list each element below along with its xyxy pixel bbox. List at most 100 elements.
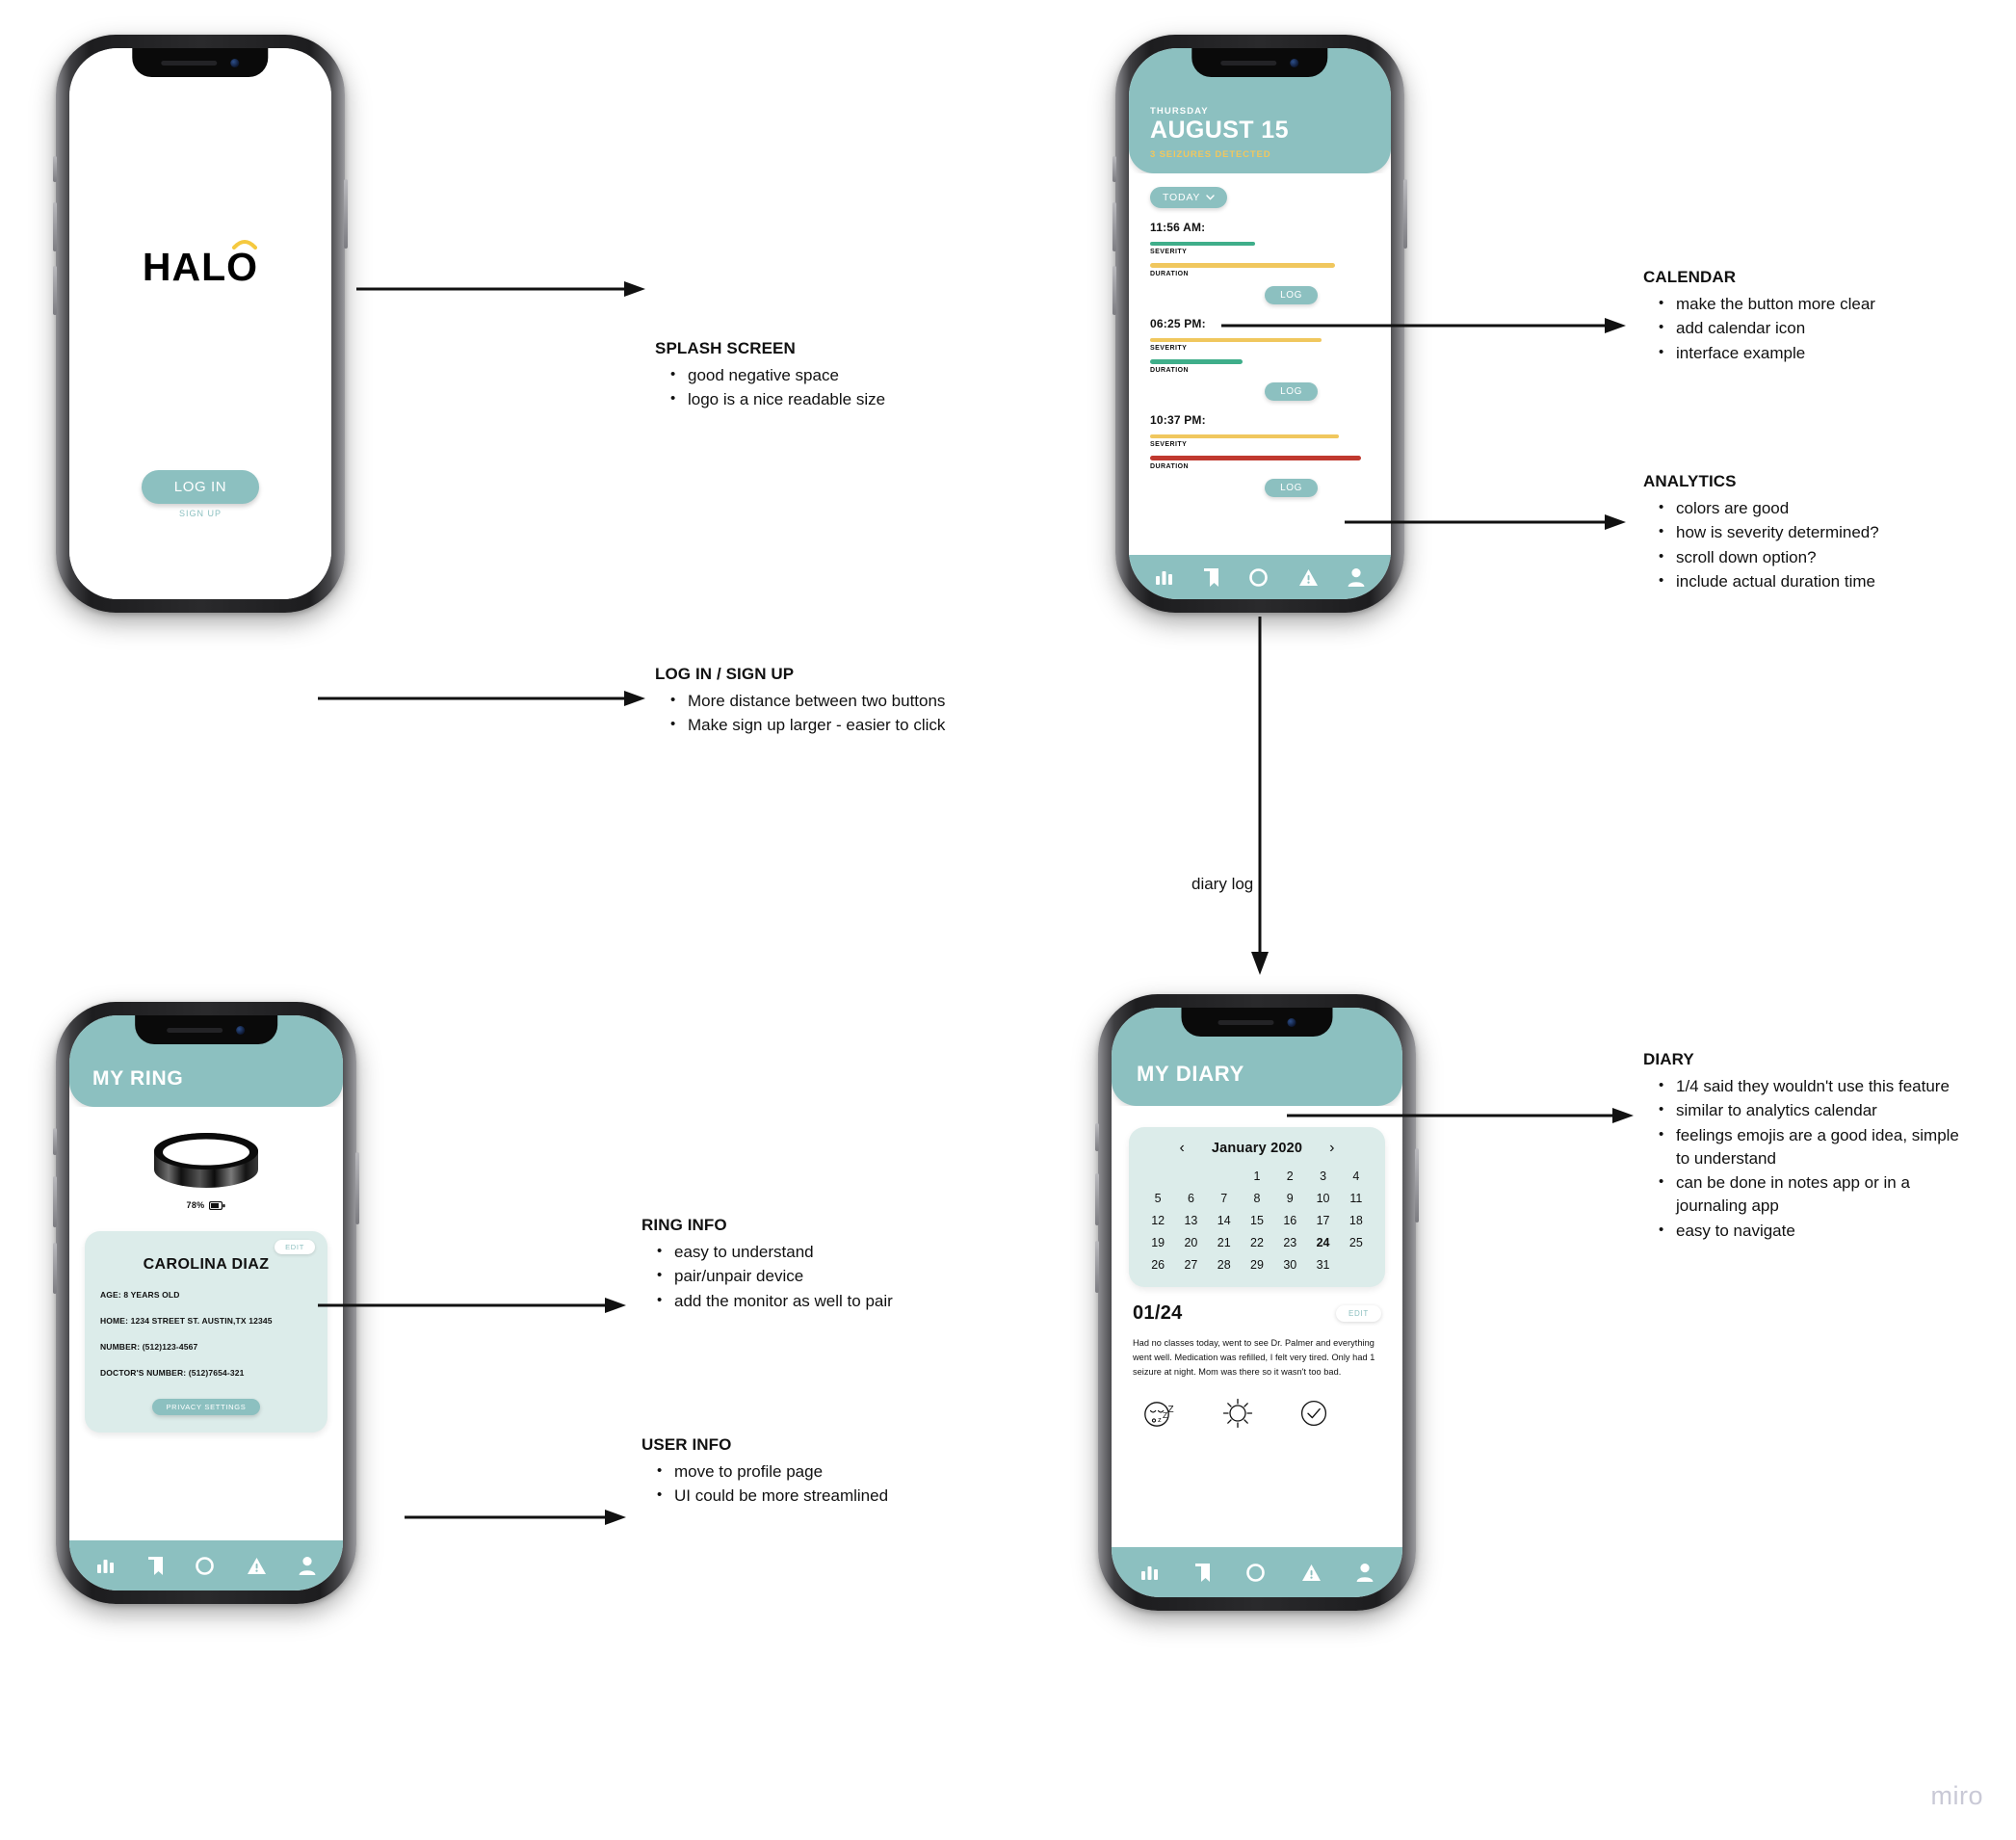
nav-alerts[interactable] xyxy=(1298,568,1319,587)
diary-body: ‹ January 2020 › ...12345678910111213141… xyxy=(1112,1106,1402,1547)
calendar-day[interactable]: 27 xyxy=(1175,1258,1206,1272)
volume-button xyxy=(53,1243,57,1295)
calendar-day[interactable]: 3 xyxy=(1307,1170,1338,1183)
nav-diary[interactable] xyxy=(1194,1563,1211,1583)
annotation-title: RING INFO xyxy=(641,1216,727,1234)
prev-month-button[interactable]: ‹ xyxy=(1178,1141,1187,1156)
calendar-day[interactable]: 24 xyxy=(1307,1236,1338,1249)
seizure-time: 10:37 PM: xyxy=(1150,412,1206,427)
edit-entry-button[interactable]: EDIT xyxy=(1335,1305,1381,1322)
entry-body-text: Had no classes today, went to see Dr. Pa… xyxy=(1133,1338,1375,1378)
calendar-day[interactable]: 22 xyxy=(1242,1236,1272,1249)
bottom-navbar[interactable] xyxy=(1129,555,1391,599)
sign-up-button[interactable]: SIGN UP xyxy=(69,509,331,518)
nav-analytics[interactable] xyxy=(96,1557,116,1574)
connector-login xyxy=(318,691,645,706)
calendar-day[interactable]: 9 xyxy=(1274,1192,1305,1205)
annotation-list: easy to understandpair/unpair deviceadd … xyxy=(641,1241,959,1313)
annotation-item: include actual duration time xyxy=(1643,570,1961,593)
bottom-navbar[interactable] xyxy=(69,1540,343,1590)
log-in-button[interactable]: LOG IN xyxy=(141,470,260,504)
check-circle-icon[interactable] xyxy=(1298,1398,1329,1429)
earpiece-speaker-icon xyxy=(167,1027,223,1033)
next-month-button[interactable]: › xyxy=(1327,1141,1336,1156)
nav-ring[interactable] xyxy=(1248,567,1269,588)
calendar-day[interactable]: 1 xyxy=(1242,1170,1272,1183)
volume-button xyxy=(53,266,57,315)
seizure-entry: 10:37 PM: SEVERITY DURATION LOG xyxy=(1150,413,1370,497)
calendar-day[interactable]: 23 xyxy=(1274,1236,1305,1249)
calendar-day[interactable]: 5 xyxy=(1142,1192,1173,1205)
nav-alerts[interactable] xyxy=(1301,1564,1322,1582)
nav-analytics[interactable] xyxy=(1155,568,1174,586)
nav-diary[interactable] xyxy=(1203,567,1219,588)
seizure-count-label: 3 SEIZURES DETECTED xyxy=(1150,148,1271,160)
sleepy-face-icon[interactable]: z Z Z xyxy=(1142,1397,1177,1430)
weekday-label: THURSDAY xyxy=(1150,106,1209,117)
nav-diary[interactable] xyxy=(147,1556,164,1576)
earpiece-speaker-icon xyxy=(1220,60,1277,66)
user-info-line: NUMBER: (512)123-4567 xyxy=(100,1342,198,1352)
calendar-day[interactable]: 15 xyxy=(1242,1214,1272,1227)
log-button[interactable]: LOG xyxy=(1265,478,1318,497)
edit-user-button[interactable]: EDIT xyxy=(275,1240,315,1254)
calendar-day[interactable]: 7 xyxy=(1209,1192,1240,1205)
annotation-item: add the monitor as well to pair xyxy=(641,1290,959,1313)
calendar-day[interactable]: 4 xyxy=(1341,1170,1372,1183)
annotation-title: USER INFO xyxy=(641,1435,732,1454)
annotation-list: More distance between two buttonsMake si… xyxy=(655,690,973,738)
nav-ring[interactable] xyxy=(1245,1563,1266,1583)
calendar-day[interactable]: 10 xyxy=(1307,1192,1338,1205)
calendar-day[interactable]: 11 xyxy=(1341,1192,1372,1205)
person-icon xyxy=(1356,1564,1374,1582)
annotation-login-signup: LOG IN / SIGN UP More distance between t… xyxy=(655,665,973,739)
calendar-day[interactable]: 14 xyxy=(1209,1214,1240,1227)
bottom-navbar[interactable] xyxy=(1112,1547,1402,1597)
user-info-line: HOME: 1234 STREET ST. AUSTIN,TX 12345 xyxy=(100,1316,273,1326)
duration-bar xyxy=(1150,263,1335,268)
log-button[interactable]: LOG xyxy=(1265,381,1318,401)
calendar-day[interactable]: 28 xyxy=(1209,1258,1240,1272)
calendar-day[interactable]: 8 xyxy=(1242,1192,1272,1205)
nav-profile[interactable] xyxy=(1356,1563,1374,1582)
annotation-item: easy to navigate xyxy=(1643,1220,1961,1243)
calendar-day[interactable]: 30 xyxy=(1274,1258,1305,1272)
power-button xyxy=(344,179,348,249)
volume-button xyxy=(1095,1241,1099,1294)
auth-actions: LOG IN SIGN UP xyxy=(69,470,331,518)
annotation-list: good negative spacelogo is a nice readab… xyxy=(655,364,973,412)
calendar-widget[interactable]: ‹ January 2020 › ...12345678910111213141… xyxy=(1129,1127,1385,1287)
power-button xyxy=(1403,179,1407,249)
duration-bar xyxy=(1150,456,1361,460)
annotation-title: DIARY xyxy=(1643,1050,1694,1068)
nav-profile[interactable] xyxy=(299,1556,316,1575)
calendar-day[interactable]: 29 xyxy=(1242,1258,1272,1272)
mood-selector[interactable]: z Z Z xyxy=(1133,1397,1381,1430)
annotation-item: Make sign up larger - easier to click xyxy=(655,714,973,737)
calendar-day[interactable]: 21 xyxy=(1209,1236,1240,1249)
calendar-day[interactable]: 16 xyxy=(1274,1214,1305,1227)
calendar-day[interactable]: 6 xyxy=(1175,1192,1206,1205)
user-info-line: AGE: 8 YEARS OLD xyxy=(100,1290,180,1300)
calendar-day[interactable]: 19 xyxy=(1142,1236,1173,1249)
nav-alerts[interactable] xyxy=(247,1557,267,1575)
calendar-day[interactable]: 31 xyxy=(1307,1258,1338,1272)
connector-splash xyxy=(356,281,645,297)
today-filter-button[interactable]: TODAY xyxy=(1150,186,1228,208)
phone-mockup-ring: MY RING 78% EDIT CAROLINA DIAZ AGE: 8 YE… xyxy=(53,1002,359,1604)
privacy-settings-button[interactable]: PRIVACY SETTINGS xyxy=(152,1399,260,1415)
log-button[interactable]: LOG xyxy=(1265,285,1318,304)
calendar-day[interactable]: 26 xyxy=(1142,1258,1173,1272)
sun-icon[interactable] xyxy=(1221,1397,1254,1430)
nav-ring[interactable] xyxy=(195,1556,215,1576)
calendar-day[interactable]: 17 xyxy=(1307,1214,1338,1227)
calendar-day[interactable]: 18 xyxy=(1341,1214,1372,1227)
calendar-grid: ...1234567891011121314151617181920212223… xyxy=(1142,1170,1372,1272)
calendar-day[interactable]: 2 xyxy=(1274,1170,1305,1183)
calendar-day[interactable]: 25 xyxy=(1341,1236,1372,1249)
nav-profile[interactable] xyxy=(1348,567,1365,587)
nav-analytics[interactable] xyxy=(1140,1564,1160,1581)
calendar-day[interactable]: 13 xyxy=(1175,1214,1206,1227)
calendar-day[interactable]: 20 xyxy=(1175,1236,1206,1249)
calendar-day[interactable]: 12 xyxy=(1142,1214,1173,1227)
